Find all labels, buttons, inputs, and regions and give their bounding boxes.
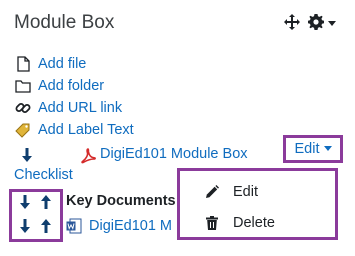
menu-item-delete-label: Delete [233,215,275,231]
add-label-text-link[interactable]: Add Label Text [14,122,134,138]
document-row[interactable]: DigiEd101 M [66,218,172,234]
tag-icon [14,122,32,138]
move-down-icon[interactable] [18,219,32,233]
pencil-icon [206,185,219,198]
block-title: Module Box [14,12,115,33]
section-title: Key Documents [66,193,176,209]
edit-button-label: Edit [294,141,320,157]
checklist-link[interactable]: Checklist [14,167,73,183]
word-doc-icon [66,218,82,234]
menu-item-delete[interactable]: Delete [180,209,335,237]
menu-item-edit-label: Edit [233,184,258,200]
add-url-link[interactable]: Add URL link [14,100,122,116]
move-up-icon[interactable] [39,219,53,233]
block-header-controls [284,14,336,30]
edit-dropdown-menu: Edit Delete [177,168,338,240]
add-folder-link[interactable]: Add folder [14,78,104,94]
move-down-icon[interactable] [20,148,34,162]
move-up-icon[interactable] [39,195,53,209]
document-name-link[interactable]: DigiEd101 M [89,218,172,234]
add-folder-label: Add folder [38,78,105,94]
gear-icon[interactable] [308,14,324,30]
link-icon [14,100,32,116]
file-icon [14,56,32,72]
add-url-label: Add URL link [38,100,123,116]
menu-item-edit[interactable]: Edit [180,178,335,206]
file-name-link[interactable]: DigiEd101 Module Box [100,146,248,162]
pdf-icon [81,148,96,164]
edit-dropdown-button[interactable]: Edit [283,135,343,163]
add-label-text-label: Add Label Text [38,122,134,138]
add-file-label: Add file [38,56,87,72]
chevron-down-icon[interactable] [328,19,336,27]
move-arrows-group [9,189,63,242]
move-down-icon[interactable] [18,195,32,209]
move-icon[interactable] [284,14,300,30]
trash-icon [206,216,218,230]
chevron-down-icon [323,146,332,151]
add-file-link[interactable]: Add file [14,56,86,72]
folder-icon [14,78,32,94]
